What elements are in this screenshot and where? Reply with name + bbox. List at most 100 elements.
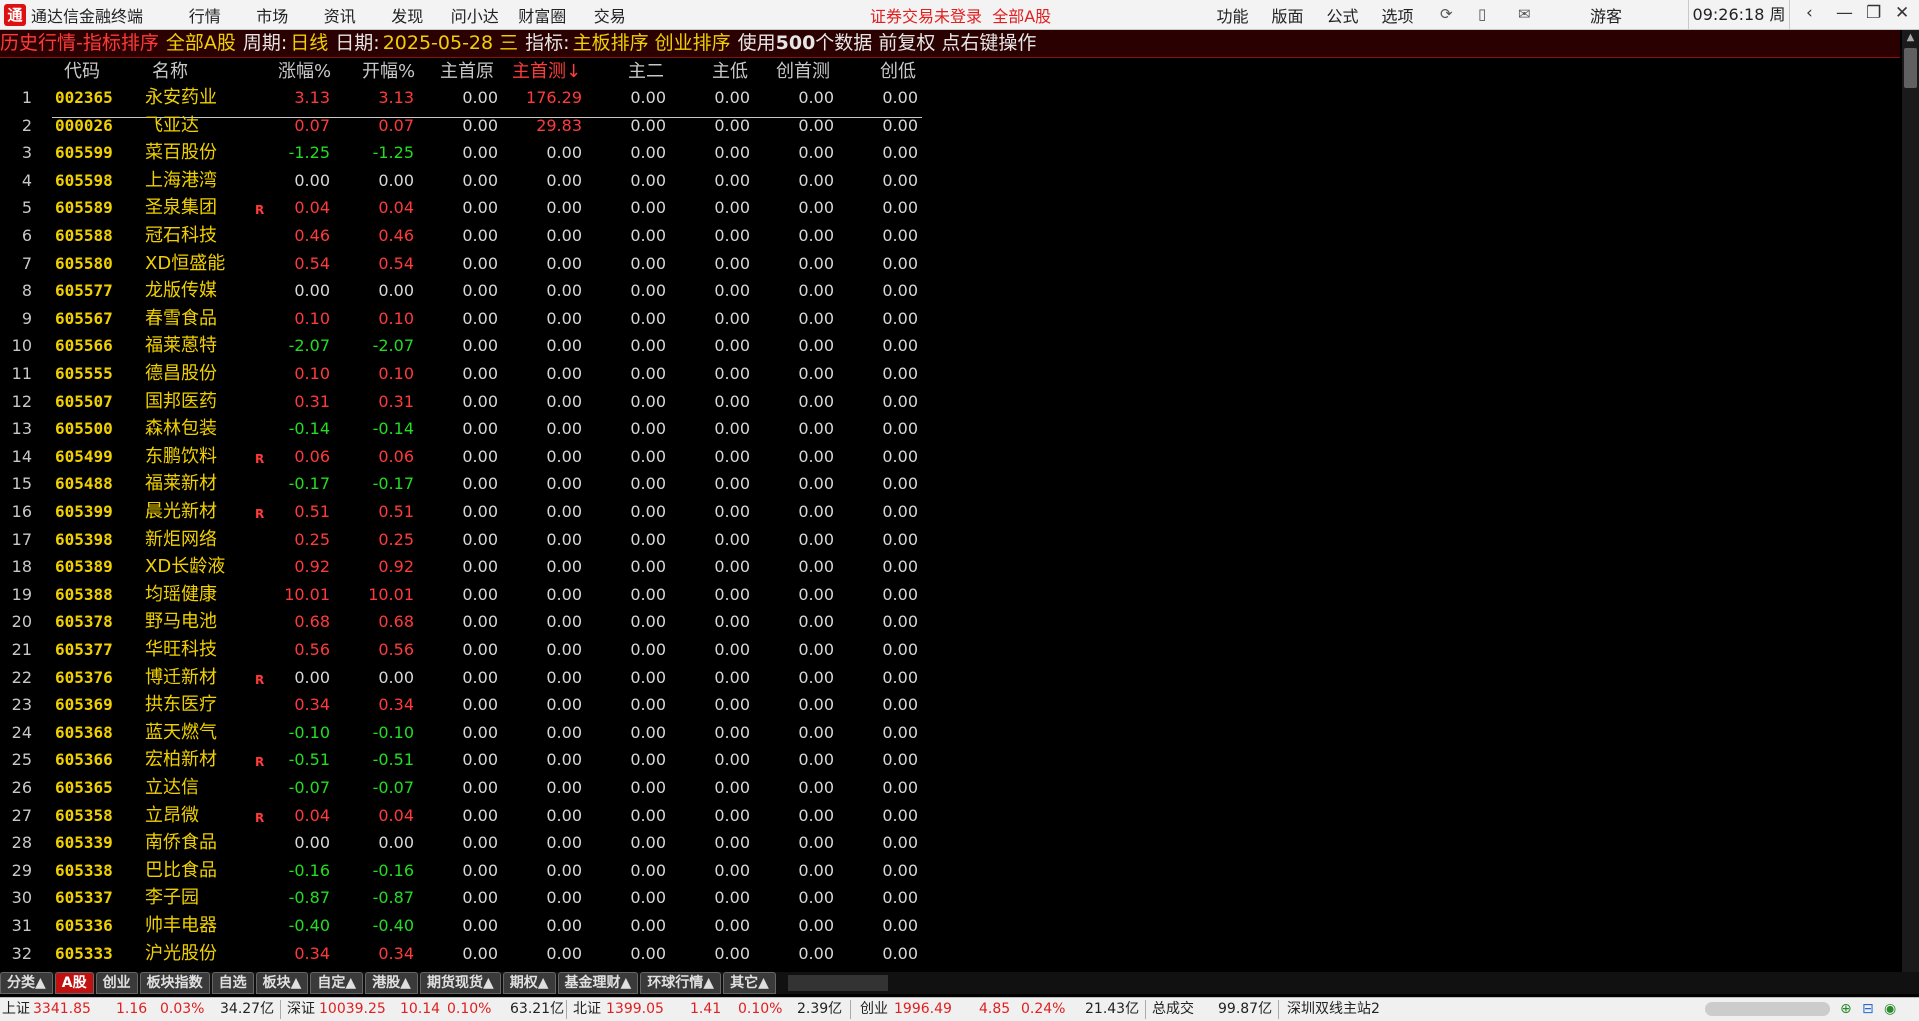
server-name[interactable]: 深圳双线主站2 xyxy=(1287,998,1380,1021)
header-gem-low[interactable]: 创低 xyxy=(880,60,916,84)
back-icon[interactable]: ‹ xyxy=(1806,3,1813,23)
main-first-orig: 0.00 xyxy=(462,722,498,742)
search-box[interactable] xyxy=(1705,1002,1830,1016)
table-row[interactable]: 11 605555 德昌股份 0.10 0.10 0.00 0.00 0.00 0.00 0.00… xyxy=(0,360,930,387)
table-row[interactable]: 27 605358 立昂微 R 0.04 0.04 0.00 0.00 0.00 0.00 0.00… xyxy=(0,802,930,829)
alert-icon[interactable]: ⊟ xyxy=(1862,998,1874,1021)
tab-other[interactable]: 其它▲ xyxy=(723,972,776,994)
table-row[interactable]: 9 605567 春雪食品 0.10 0.10 0.00 0.00 0.00 0.00 0.00 0… xyxy=(0,305,930,332)
header-main-first-test[interactable]: 主首测↓ xyxy=(512,60,581,84)
table-row[interactable]: 4 605598 上海港湾 0.00 0.00 0.00 0.00 0.00 0.00 0.00 0… xyxy=(0,167,930,194)
header-main-first-orig[interactable]: 主首原 xyxy=(440,60,494,84)
table-row[interactable]: 18 605389 XD长龄液 0.92 0.92 0.00 0.00 0.00 0.00 0.0… xyxy=(0,553,930,580)
header-code[interactable]: 代码 xyxy=(64,60,100,84)
header-main-low[interactable]: 主低 xyxy=(712,60,748,84)
scroll-thumb[interactable] xyxy=(1904,48,1917,88)
menu-item-formula[interactable]: 公式 xyxy=(1315,3,1370,27)
table-row[interactable]: 32 605333 沪光股份 0.34 0.34 0.00 0.00 0.00 0.00 0.00… xyxy=(0,940,930,967)
tab-sector-index[interactable]: 板块指数 xyxy=(139,972,210,994)
tab-gem[interactable]: 创业 xyxy=(95,972,138,994)
trade-login-notice[interactable]: 证券交易未登录 全部A股 xyxy=(870,3,1051,27)
close-icon[interactable]: ✕ xyxy=(1895,3,1909,23)
menu-item-news[interactable]: 资讯 xyxy=(306,3,374,27)
sz-value[interactable]: 10039.25 xyxy=(319,998,386,1021)
phone-icon[interactable]: ▯ xyxy=(1478,5,1486,23)
tab-futures[interactable]: 期货现货▲ xyxy=(419,972,501,994)
tab-category[interactable]: 分类▲ xyxy=(0,972,53,994)
mail-icon[interactable]: ✉ xyxy=(1518,5,1531,23)
restore-icon[interactable]: ❐ xyxy=(1866,3,1881,23)
minimize-icon[interactable]: — xyxy=(1836,3,1853,23)
table-row[interactable]: 19 605388 均瑶健康 10.01 10.01 0.00 0.00 0.00 0.00 0.… xyxy=(0,581,930,608)
table-row[interactable]: 20 605378 野马电池 0.68 0.68 0.00 0.00 0.00 0.00 0.00… xyxy=(0,608,930,635)
menu-item-quotes[interactable]: 行情 xyxy=(171,3,239,27)
tab-options[interactable]: 期权▲ xyxy=(502,972,556,994)
gem-low: 0.00 xyxy=(882,143,918,163)
stock-code: 002365 xyxy=(55,88,113,107)
table-row[interactable]: 15 605488 福莱新材 -0.17 -0.17 0.00 0.00 0.00 0.00 0.… xyxy=(0,470,930,497)
header-main-second[interactable]: 主二 xyxy=(628,60,664,84)
menu-item-wealth[interactable]: 财富圈 xyxy=(509,3,577,27)
table-row[interactable]: 14 605499 东鹏饮料 R 0.06 0.06 0.00 0.00 0.00 0.00 0.0… xyxy=(0,443,930,470)
menu-item-layout[interactable]: 版面 xyxy=(1260,3,1315,27)
indicator-value[interactable]: 主板排序 创业排序 xyxy=(573,32,731,54)
horizontal-scrollbar[interactable] xyxy=(787,975,888,991)
tab-hk[interactable]: 港股▲ xyxy=(365,972,418,994)
table-row[interactable]: 22 605376 博迁新材 R 0.00 0.00 0.00 0.00 0.00 0.00 0.0… xyxy=(0,664,930,691)
bz-value[interactable]: 1399.05 xyxy=(606,998,664,1021)
table-row[interactable]: 30 605337 李子园 -0.87 -0.87 0.00 0.00 0.00 0.00 0.0… xyxy=(0,884,930,911)
table-row[interactable]: 23 605369 拱东医疗 0.34 0.34 0.00 0.00 0.00 0.00 0.00… xyxy=(0,691,930,718)
table-row[interactable]: 5 605589 圣泉集团 R 0.04 0.04 0.00 0.00 0.00 0.00 0.00… xyxy=(0,194,930,221)
gem-low: 0.00 xyxy=(882,557,918,577)
tab-a-share[interactable]: A股 xyxy=(54,972,94,994)
refresh-icon[interactable]: ⟳ xyxy=(1440,5,1453,23)
tab-funds[interactable]: 基金理财▲ xyxy=(557,972,639,994)
main-second: 0.00 xyxy=(630,253,666,273)
menu-item-trade[interactable]: 交易 xyxy=(576,3,644,27)
table-row[interactable]: 31 605336 帅丰电器 -0.40 -0.40 0.00 0.00 0.00 0.00 0.… xyxy=(0,912,930,939)
table-row[interactable]: 1 002365 永安药业 3.13 3.13 0.00 176.29 0.00 0.00 0.0… xyxy=(0,84,930,111)
menu-item-market[interactable]: 市场 xyxy=(239,3,307,27)
main-low: 0.00 xyxy=(714,584,750,604)
table-row[interactable]: 8 605577 龙版传媒 0.00 0.00 0.00 0.00 0.00 0.00 0.00 0… xyxy=(0,277,930,304)
menu-item-discover[interactable]: 发现 xyxy=(374,3,442,27)
stock-code: 605388 xyxy=(55,584,113,604)
table-row[interactable]: 10 605566 福莱蒽特 -2.07 -2.07 0.00 0.00 0.00 0.00 0.… xyxy=(0,332,930,359)
table-row[interactable]: 26 605365 立达信 -0.07 -0.07 0.00 0.00 0.00 0.00 0.0… xyxy=(0,774,930,801)
table-row[interactable]: 29 605338 巴比食品 -0.16 -0.16 0.00 0.00 0.00 0.00 0.… xyxy=(0,857,930,884)
header-name[interactable]: 名称 xyxy=(152,60,188,84)
table-row[interactable]: 3 605599 菜百股份 -1.25 -1.25 0.00 0.00 0.00 0.00 0.0… xyxy=(0,139,930,166)
table-row[interactable]: 24 605368 蓝天燃气 -0.10 -0.10 0.00 0.00 0.00 0.00 0.… xyxy=(0,719,930,746)
period-value[interactable]: 日线 xyxy=(290,32,328,54)
sh-value[interactable]: 3341.85 xyxy=(33,998,91,1021)
table-row[interactable]: 25 605366 宏柏新材 R -0.51 -0.51 0.00 0.00 0.00 0.00 0… xyxy=(0,746,930,773)
table-row[interactable]: 6 605588 冠石科技 0.46 0.46 0.00 0.00 0.00 0.00 0.00 0… xyxy=(0,222,930,249)
table-row[interactable]: 12 605507 国邦医药 0.31 0.31 0.00 0.00 0.00 0.00 0.00… xyxy=(0,388,930,415)
tab-watchlist[interactable]: 自选 xyxy=(211,972,254,994)
menu-item-options[interactable]: 选项 xyxy=(1370,3,1425,27)
header-change-pct[interactable]: 涨幅% xyxy=(278,60,331,84)
header-gem-first-test[interactable]: 创首测 xyxy=(776,60,830,84)
table-row[interactable]: 13 605500 森林包装 -0.14 -0.14 0.00 0.00 0.00 0.00 0.… xyxy=(0,415,930,442)
table-row[interactable]: 21 605377 华旺科技 0.56 0.56 0.00 0.00 0.00 0.00 0.00… xyxy=(0,636,930,663)
table-row[interactable]: 17 605398 新炬网络 0.25 0.25 0.00 0.00 0.00 0.00 0.00… xyxy=(0,526,930,553)
menu-item-function[interactable]: 功能 xyxy=(1205,3,1260,27)
table-row[interactable]: 7 605580 XD恒盛能 0.54 0.54 0.00 0.00 0.00 0.00 0.00… xyxy=(0,250,930,277)
date-value[interactable]: 2025-05-28 三 xyxy=(383,32,518,54)
menu-item-assistant[interactable]: 问小达 xyxy=(441,3,509,27)
tab-global[interactable]: 环球行情▲ xyxy=(640,972,722,994)
user-guest[interactable]: 游客 xyxy=(1590,3,1622,27)
tab-sector[interactable]: 板块▲ xyxy=(255,972,309,994)
tab-custom[interactable]: 自定▲ xyxy=(310,972,364,994)
connect-icon[interactable]: ◉ xyxy=(1884,998,1896,1021)
header-open-pct[interactable]: 开幅% xyxy=(362,60,415,84)
scope-title[interactable]: 全部A股 xyxy=(166,32,236,54)
scroll-up-icon[interactable]: ▲ xyxy=(1902,30,1919,46)
table-row[interactable]: 2 000026 飞亚达 0.07 0.07 0.00 29.83 0.00 0.00 0.00 0… xyxy=(0,112,930,139)
table-row[interactable]: 16 605399 晨光新材 R 0.51 0.51 0.00 0.00 0.00 0.00 0.0… xyxy=(0,498,930,525)
add-icon[interactable]: ⊕ xyxy=(1840,998,1852,1021)
cy-change: 4.85 xyxy=(979,1001,1011,1017)
vertical-scrollbar[interactable]: ▲ ▼ xyxy=(1902,30,1919,985)
table-row[interactable]: 28 605339 南侨食品 0.00 0.00 0.00 0.00 0.00 0.00 0.00… xyxy=(0,829,930,856)
cy-value[interactable]: 1996.49 xyxy=(894,998,952,1021)
